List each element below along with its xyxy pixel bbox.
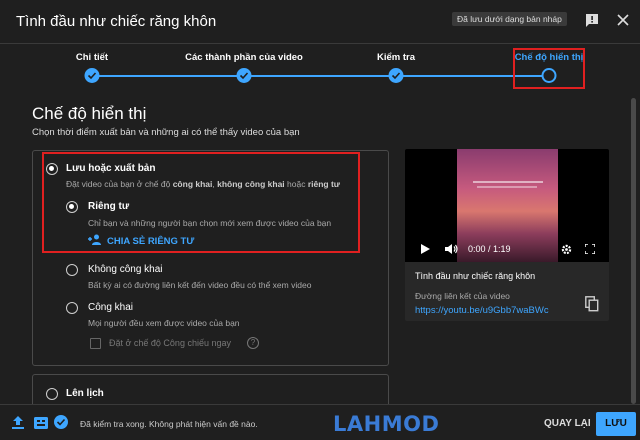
settings-gear-icon[interactable] <box>561 244 572 255</box>
step-label-details[interactable]: Chi tiết <box>76 52 108 63</box>
video-player[interactable]: 0:00 / 1:19 <box>405 149 609 262</box>
stepper-progress-line <box>92 75 549 77</box>
help-icon[interactable]: ? <box>247 337 259 349</box>
video-link-label: Đường liên kết của video <box>415 291 510 301</box>
public-title: Công khai <box>88 302 134 313</box>
thumbnail-caption <box>473 181 543 183</box>
back-button[interactable]: QUAY LẠI <box>544 418 591 429</box>
preview-video-title: Tình đầu như chiếc răng khôn <box>415 271 536 281</box>
public-desc: Mọi người đều xem được video của bạn <box>88 318 240 328</box>
watermark-logo: LAHMOD <box>333 412 440 436</box>
section-title: Chế độ hiển thị <box>32 104 147 123</box>
highlight-annotation <box>513 48 585 89</box>
dialog-title: Tình đầu như chiếc răng khôn <box>16 13 217 30</box>
checks-complete-icon[interactable] <box>54 415 68 434</box>
step-label-elements[interactable]: Các thành phần của video <box>185 52 303 63</box>
upload-icon[interactable] <box>12 416 24 434</box>
scrollbar[interactable] <box>631 98 636 404</box>
hd-icon[interactable] <box>34 416 48 434</box>
unlisted-radio[interactable] <box>66 264 78 276</box>
step-done-icon[interactable] <box>84 68 100 83</box>
unlisted-desc: Bất kỳ ai có đường liên kết đến video đề… <box>88 280 312 290</box>
play-icon[interactable] <box>421 244 430 254</box>
highlight-annotation <box>42 152 360 253</box>
step-done-icon[interactable] <box>388 68 404 83</box>
premiere-label: Đặt ở chế độ Công chiếu ngay <box>109 338 231 348</box>
premiere-checkbox[interactable] <box>90 338 101 349</box>
fullscreen-icon[interactable] <box>585 244 595 254</box>
step-label-checks[interactable]: Kiểm tra <box>377 52 415 63</box>
dialog-footer: Đã kiểm tra xong. Không phát hiện vấn đề… <box>0 404 640 440</box>
schedule-title: Lên lịch <box>66 388 104 399</box>
volume-icon[interactable] <box>445 244 458 254</box>
video-preview-card: 0:00 / 1:19 Tình đầu như chiếc răng khôn… <box>405 149 609 321</box>
step-done-icon[interactable] <box>236 68 252 83</box>
close-icon[interactable] <box>614 11 632 29</box>
dialog-header: Tình đầu như chiếc răng khôn Đã lưu dưới… <box>0 0 640 44</box>
checks-status: Đã kiểm tra xong. Không phát hiện vấn đề… <box>80 419 258 429</box>
video-time: 0:00 / 1:19 <box>468 244 511 254</box>
thumbnail-caption <box>477 186 537 188</box>
video-link[interactable]: https://youtu.be/u9Gbb7waBWc <box>415 305 549 316</box>
unlisted-title: Không công khai <box>88 264 163 275</box>
save-button[interactable]: LƯU <box>596 412 636 436</box>
public-radio[interactable] <box>66 302 78 314</box>
feedback-icon[interactable] <box>583 11 601 29</box>
schedule-radio[interactable] <box>46 388 58 400</box>
section-subtitle: Chọn thời điểm xuất bản và những ai có t… <box>32 127 300 138</box>
copy-link-icon[interactable] <box>585 296 599 312</box>
draft-saved-badge: Đã lưu dưới dạng bản nháp <box>452 12 567 26</box>
